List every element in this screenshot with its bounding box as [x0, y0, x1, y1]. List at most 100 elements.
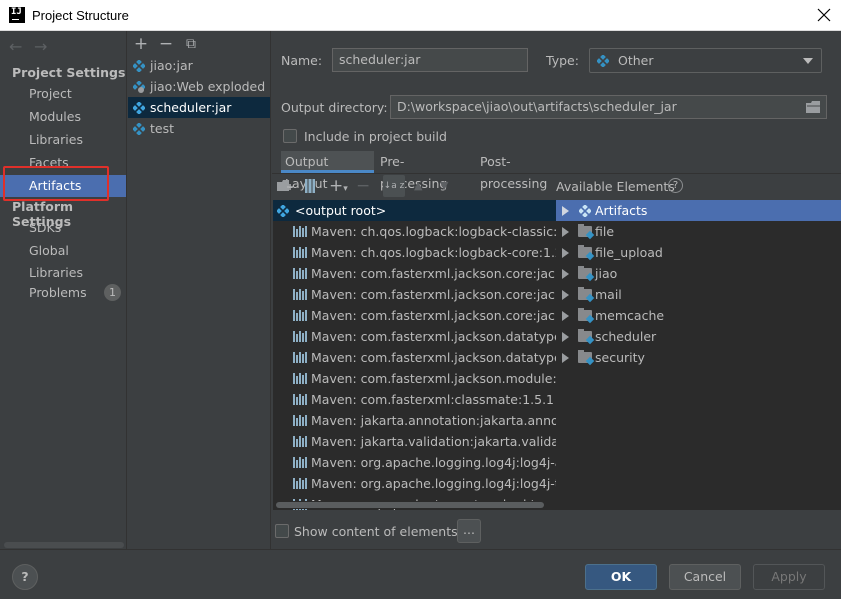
available-element-row[interactable]: scheduler: [556, 326, 841, 347]
library-prefix: Maven:: [311, 245, 361, 260]
available-element-row[interactable]: mail: [556, 284, 841, 305]
expand-arrow-icon[interactable]: [562, 290, 569, 300]
expand-arrow-icon[interactable]: [562, 206, 569, 216]
window-title: Project Structure: [32, 8, 129, 23]
dropdown-caret-icon: ▾: [343, 184, 348, 194]
cancel-button[interactable]: Cancel: [669, 564, 741, 590]
show-content-label: Show content of elements: [294, 524, 458, 539]
library-row[interactable]: Maven: com.fasterxml.jackson.core:jackso…: [273, 305, 556, 326]
tab-output-layout[interactable]: Output Layout: [281, 151, 374, 191]
library-prefix: Maven:: [311, 392, 361, 407]
show-content-checkbox[interactable]: [275, 524, 289, 538]
expand-arrow-icon[interactable]: [562, 353, 569, 363]
library-row[interactable]: Maven: com.fasterxml.jackson.core:jackso…: [273, 263, 556, 284]
library-row[interactable]: Maven: com.fasterxml.jackson.core:jackso…: [273, 284, 556, 305]
show-content-options-button[interactable]: ...: [457, 519, 481, 543]
layout-tree-hscrollbar[interactable]: [276, 502, 544, 508]
project-settings-heading: Project Settings: [12, 65, 126, 80]
intellij-logo-icon: IJ: [9, 7, 25, 23]
library-label: com.fasterxml.jackson.module:jack: [360, 371, 556, 386]
artifact-item[interactable]: jiao:Web exploded: [128, 76, 270, 97]
plus-icon: +: [329, 176, 344, 196]
copy-artifact-button[interactable]: ⧉: [183, 35, 199, 53]
available-element-row[interactable]: Artifacts: [556, 200, 841, 221]
type-label: Type:: [546, 53, 579, 68]
sidebar-item-project[interactable]: Project: [0, 83, 126, 105]
sidebar-item-global-libraries[interactable]: Global Libraries: [0, 240, 126, 280]
create-archive-icon[interactable]: [303, 179, 317, 196]
include-in-build-checkbox[interactable]: [283, 129, 297, 143]
help-icon[interactable]: ?: [668, 178, 683, 193]
ok-button[interactable]: OK: [585, 564, 657, 590]
artifact-item[interactable]: test: [128, 118, 270, 139]
add-artifact-button[interactable]: +: [133, 35, 149, 53]
available-element-label: jiao: [595, 266, 618, 281]
library-icon: [293, 247, 307, 258]
artifact-item[interactable]: jiao:jar: [128, 55, 270, 76]
sidebar-item-modules[interactable]: Modules: [0, 106, 126, 128]
expand-arrow-icon[interactable]: [562, 227, 569, 237]
add-element-button[interactable]: +▾: [329, 176, 348, 196]
library-row[interactable]: Maven: org.apache.logging.log4j:log4j-ap: [273, 452, 556, 473]
remove-element-button[interactable]: −: [356, 176, 370, 196]
include-in-build-label: Include in project build: [304, 129, 447, 144]
expand-arrow-icon[interactable]: [562, 248, 569, 258]
output-layout-tree[interactable]: <output root> Maven: ch.qos.logback:logb…: [273, 200, 556, 510]
expand-arrow-icon[interactable]: [562, 269, 569, 279]
library-label: jakarta.annotation:jakarta.annotati: [360, 413, 556, 428]
module-folder-icon: [578, 350, 592, 363]
available-elements-tree[interactable]: Artifacts file file_uploadjiao mail memcache…: [556, 200, 841, 510]
expand-arrow-icon[interactable]: [562, 311, 569, 321]
library-row[interactable]: Maven: ch.qos.logback:logback-classic:1.…: [273, 221, 556, 242]
library-row[interactable]: Maven: com.fasterxml.jackson.datatype:ja…: [273, 347, 556, 368]
library-row[interactable]: Maven: com.fasterxml.jackson.module:jack: [273, 368, 556, 389]
back-arrow-icon[interactable]: ←: [9, 37, 22, 56]
problems-count-badge: 1: [104, 284, 121, 301]
artifact-label: scheduler:jar: [150, 100, 232, 115]
expand-arrow-icon[interactable]: [562, 332, 569, 342]
move-up-button[interactable]: ▲: [414, 179, 422, 192]
dialog-footer: ? OK Cancel Apply: [0, 549, 841, 599]
available-element-row[interactable]: jiao: [556, 263, 841, 284]
remove-artifact-button[interactable]: −: [158, 35, 174, 53]
library-row[interactable]: Maven: ch.qos.logback:logback-core:1.2.3: [273, 242, 556, 263]
available-element-row[interactable]: file_upload: [556, 242, 841, 263]
name-field[interactable]: scheduler:jar: [332, 48, 528, 72]
available-element-row[interactable]: security: [556, 347, 841, 368]
library-prefix: Maven:: [311, 413, 361, 428]
library-row[interactable]: Maven: com.fasterxml.jackson.datatype:ja…: [273, 326, 556, 347]
library-label: ch.qos.logback:logback-classic:1.2: [360, 224, 556, 239]
artifact-item-selected[interactable]: scheduler:jar: [128, 97, 270, 118]
library-icon: [293, 289, 307, 300]
library-icon: [293, 436, 307, 447]
available-element-label: file_upload: [595, 245, 663, 260]
available-element-row[interactable]: file: [556, 221, 841, 242]
forward-arrow-icon[interactable]: →: [34, 37, 47, 56]
sidebar-item-libraries[interactable]: Libraries: [0, 129, 126, 151]
tab-post-processing[interactable]: Post-processing: [476, 151, 580, 191]
move-down-button[interactable]: ▼: [440, 179, 448, 192]
close-window-button[interactable]: [812, 4, 836, 26]
sidebar-scrollbar[interactable]: [4, 542, 124, 548]
library-row[interactable]: Maven: jakarta.validation:jakarta.valida…: [273, 431, 556, 452]
sort-elements-button[interactable]: ↓a z: [383, 175, 405, 197]
library-label: com.fasterxml.jackson.datatype:jac: [360, 350, 556, 365]
sidebar-item-sdks[interactable]: SDKs: [0, 217, 126, 239]
output-directory-field[interactable]: D:\workspace\jiao\out\artifacts\schedule…: [390, 95, 827, 119]
library-row[interactable]: Maven: jakarta.annotation:jakarta.annota…: [273, 410, 556, 431]
library-row[interactable]: Maven: com.fasterxml:classmate:1.5.1 (Pr…: [273, 389, 556, 410]
create-directory-icon[interactable]: [277, 179, 293, 196]
artifact-label: jiao:Web exploded: [150, 79, 266, 94]
artifact-icon: [133, 60, 145, 72]
help-button[interactable]: ?: [12, 564, 38, 590]
library-row[interactable]: Maven: org.apache.logging.log4j:log4j-to…: [273, 473, 556, 494]
type-select[interactable]: Other: [589, 48, 822, 73]
apply-button[interactable]: Apply: [753, 564, 825, 590]
library-label: com.fasterxml:classmate:1.5.1: [360, 392, 555, 407]
tab-pre-processing[interactable]: Pre-processing: [376, 151, 472, 191]
available-element-row[interactable]: memcache: [556, 305, 841, 326]
browse-folder-icon[interactable]: [806, 101, 821, 116]
output-root-node[interactable]: <output root>: [273, 200, 556, 221]
title-bar: IJ Project Structure: [0, 0, 841, 31]
output-directory-value: D:\workspace\jiao\out\artifacts\schedule…: [397, 99, 677, 114]
